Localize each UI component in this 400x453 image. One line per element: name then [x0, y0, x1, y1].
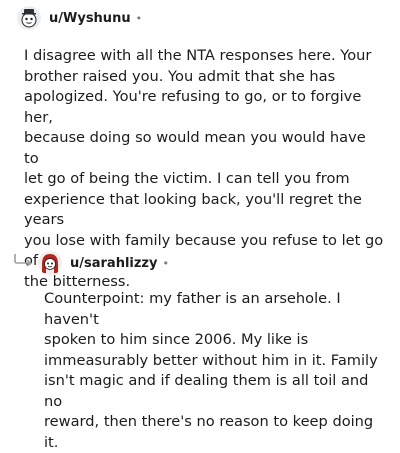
- comment-line: brother raised you. You admit that she h…: [24, 67, 336, 85]
- comment-line: experience that looking back, you'll reg…: [24, 190, 362, 229]
- snoo-avatar-red-hair-icon[interactable]: [38, 251, 62, 275]
- comment-body: Counterpoint: my father is an arsehole. …: [44, 289, 389, 453]
- comment-line: because doing so would mean you would ha…: [24, 129, 366, 167]
- comment-line: isn't magic and if dealing them is all t…: [44, 372, 369, 410]
- comment-line: let go of being the victim. I can tell y…: [24, 170, 350, 187]
- reply-arrow-icon: [13, 252, 35, 267]
- comment-line: apologized. You're refusing to go, or to…: [24, 88, 362, 126]
- comment-header: u/sarahlizzy •: [38, 250, 169, 276]
- snoo-avatar-icon[interactable]: [17, 6, 41, 30]
- meta-separator: •: [162, 256, 169, 270]
- meta-separator: •: [135, 11, 143, 25]
- comment-header: u/Wyshunu •: [17, 5, 142, 31]
- username[interactable]: u/sarahlizzy: [70, 256, 157, 271]
- comment-line: reward, then there's no reason to keep d…: [44, 413, 374, 451]
- comment-line: Counterpoint: my father is an arsehole. …: [44, 290, 341, 328]
- comment-line: I disagree with all the NTA responses he…: [24, 47, 372, 64]
- username[interactable]: u/Wyshunu: [49, 11, 131, 26]
- comment-line: immeasurably better without him in it. F…: [44, 351, 378, 369]
- comment-line: spoken to him since 2006. My like is: [44, 331, 309, 348]
